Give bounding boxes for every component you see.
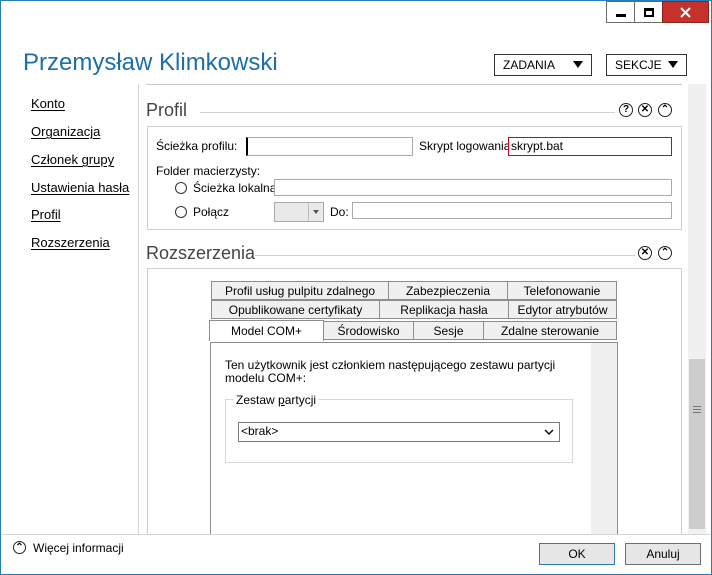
panel-surface: Ten użytkownik jest członkiem następując… [211, 343, 591, 534]
tasks-dropdown[interactable]: ZADANIA [494, 54, 592, 76]
chevron-up-icon[interactable]: ⌃ [13, 541, 26, 554]
to-label: Do: [330, 205, 349, 219]
tab-panel-model-com: Ten użytkownik jest członkiem następując… [210, 342, 618, 534]
content-area: Profil ? ✕ ⌃ Ścieżka profilu: Skrypt log… [140, 84, 688, 534]
tab-edytor-atrybutow[interactable]: Edytor atrybutów [508, 300, 617, 319]
close-icon[interactable]: ✕ [638, 246, 652, 260]
com-description: Ten użytkownik jest członkiem następując… [225, 358, 556, 385]
to-input[interactable] [352, 202, 672, 219]
connect-label: Połącz [193, 205, 230, 219]
tab-profil-uslug[interactable]: Profil usług pulpitu zdalnego [211, 281, 389, 300]
maximize-icon [643, 7, 654, 17]
sidebar-item-organizacja[interactable]: Organizacja [31, 124, 100, 139]
sidebar: Konto Organizacja Członek grupy Ustawien… [2, 84, 139, 534]
partition-set-label: Zestaw partycji [234, 393, 319, 407]
chevron-down-icon [313, 210, 319, 214]
local-path-radio[interactable] [175, 182, 187, 194]
sidebar-item-ustawienia-hasla[interactable]: Ustawienia hasła [31, 180, 129, 195]
chevron-down-icon [668, 61, 678, 68]
tab-sesje[interactable]: Sesje [413, 321, 484, 340]
drive-select[interactable] [274, 202, 324, 222]
profile-group: Ścieżka profilu: Skrypt logowania: skryp… [147, 126, 682, 230]
local-path-label: Ścieżka lokalna [193, 181, 277, 195]
question-icon[interactable]: ? [619, 103, 633, 117]
partition-set-value: <brak> [241, 424, 279, 438]
sidebar-item-konto[interactable]: Konto [31, 96, 65, 111]
close-icon [680, 6, 691, 18]
minimize-button[interactable] [606, 1, 634, 23]
chevron-up-icon[interactable]: ⌃ [658, 246, 672, 260]
tab-srodowisko[interactable]: Środowisko [323, 321, 414, 340]
object-name: Przemysław Klimkowski [23, 49, 278, 76]
chevron-down-icon [573, 61, 583, 68]
title-bar [1, 1, 711, 29]
divider [146, 84, 682, 85]
partition-set-group: Zestaw partycji <brak> [225, 393, 573, 463]
tab-replikacja-hasla[interactable]: Replikacja hasła [379, 300, 509, 319]
local-path-input[interactable] [274, 179, 672, 196]
tab-opublikowane-certyfikaty[interactable]: Opublikowane certyfikaty [211, 300, 380, 319]
sidebar-item-czlonek-grupy[interactable]: Członek grupy [31, 152, 114, 167]
tab-model-com[interactable]: Model COM+ [209, 320, 324, 341]
profile-path-input[interactable] [246, 137, 413, 156]
chevron-up-icon[interactable]: ⌃ [658, 103, 672, 117]
logon-script-input[interactable]: skrypt.bat [508, 137, 672, 156]
tab-zdalne-sterowanie[interactable]: Zdalne sterowanie [483, 321, 617, 340]
more-info-link[interactable]: Więcej informacji [33, 541, 124, 555]
profile-path-label: Ścieżka profilu: [156, 139, 238, 153]
ok-button[interactable]: OK [539, 543, 615, 565]
close-window-button[interactable] [662, 1, 709, 23]
minimize-icon [615, 13, 626, 17]
scrollbar-thumb[interactable] [689, 359, 705, 529]
vertical-scrollbar[interactable] [688, 84, 706, 534]
divider [200, 112, 615, 113]
properties-window: Przemysław Klimkowski ZADANIA SEKCJE Kon… [0, 0, 712, 575]
section-title-profil: Profil [146, 100, 188, 120]
sidebar-item-rozszerzenia[interactable]: Rozszerzenia [31, 235, 110, 250]
tab-zabezpieczenia[interactable]: Zabezpieczenia [388, 281, 508, 300]
close-icon[interactable]: ✕ [638, 103, 652, 117]
home-folder-label: Folder macierzysty: [156, 164, 261, 178]
chevron-down-icon [544, 429, 554, 435]
logon-script-label: Skrypt logowania: [419, 139, 514, 153]
section-title-rozszerzenia: Rozszerzenia [146, 243, 256, 263]
tab-telefonowanie[interactable]: Telefonowanie [507, 281, 617, 300]
connect-radio[interactable] [175, 206, 187, 218]
divider [255, 255, 635, 256]
sections-label: SEKCJE [615, 58, 662, 72]
maximize-button[interactable] [634, 1, 662, 23]
sections-dropdown[interactable]: SEKCJE [606, 54, 687, 76]
cancel-button[interactable]: Anuluj [625, 543, 701, 565]
tasks-label: ZADANIA [503, 58, 556, 72]
sidebar-item-profil[interactable]: Profil [31, 207, 61, 222]
partition-set-select[interactable]: <brak> [238, 422, 560, 442]
